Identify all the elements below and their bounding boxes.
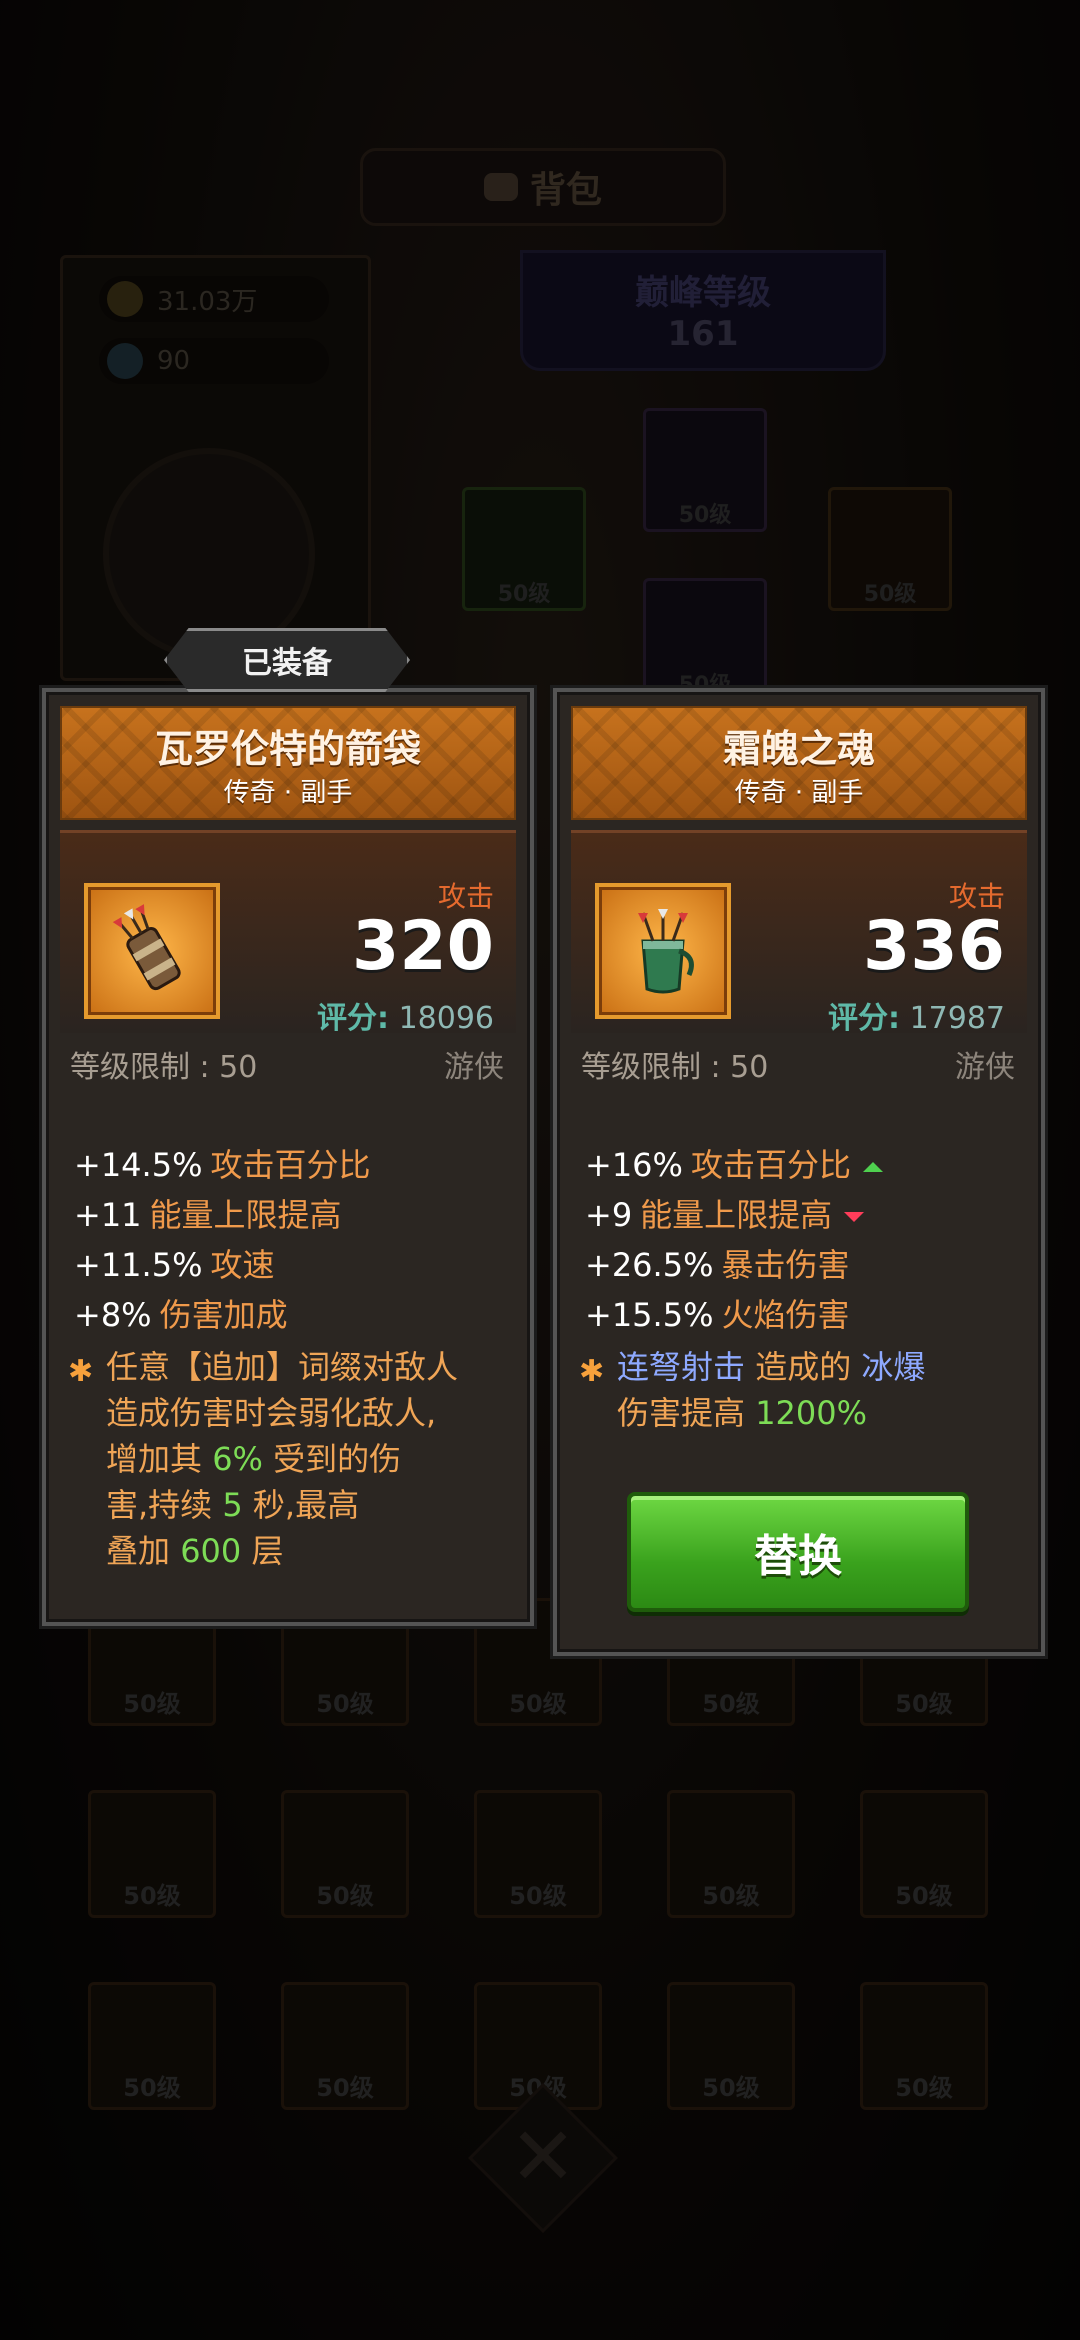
inventory-slot[interactable]: 50级 (474, 1790, 602, 1918)
level-limit: 等级限制 : 50 (581, 1050, 769, 1085)
gear-slot-chest[interactable]: 50级 (643, 578, 767, 702)
class-label: 游侠 (444, 1050, 504, 1085)
green-quiver-icon (595, 883, 731, 1019)
inventory-slot[interactable]: 50级 (281, 1982, 409, 2110)
stat-up-arrow-icon (862, 1162, 883, 1172)
inventory-slot[interactable]: 50级 (860, 1982, 988, 2110)
attribute-row: +8% 伤害加成 (74, 1296, 288, 1334)
item-rarity: 传奇 · 副手 (734, 778, 864, 808)
replace-button[interactable]: 替换 (627, 1492, 969, 1612)
level-row: 等级限制 : 50 游侠 (60, 1042, 516, 1092)
inventory-slot[interactable]: 50级 (88, 1790, 216, 1918)
item-rarity: 传奇 · 副手 (223, 778, 353, 808)
attribute-row: +11.5% 攻速 (74, 1246, 275, 1284)
inventory-slot[interactable]: 50级 (281, 1790, 409, 1918)
score-row: 评分: 17987 (828, 1001, 1005, 1036)
peak-level-value: 161 (667, 314, 739, 354)
inventory-title: 背包 (529, 170, 602, 211)
inventory-slot[interactable]: 50级 (667, 1982, 795, 2110)
stat-down-arrow-icon (844, 1212, 865, 1222)
equipped-item-card: 瓦罗伦特的箭袋 传奇 · 副手 攻击 320 评分: 18096 等级限制: … (42, 688, 534, 1626)
gold-counter: 31.03万 (99, 276, 329, 322)
gear-slot-weapon[interactable]: 50级 (828, 487, 952, 611)
gear-slot-head[interactable]: 50级 (643, 408, 767, 532)
quiver-icon (84, 883, 220, 1019)
item-name: 瓦罗伦特的箭袋 (154, 727, 421, 771)
attribute-row: +9 能量上限提高 (585, 1190, 865, 1236)
gold-value: 31.03万 (157, 286, 258, 317)
special-effect-desc: 任意【追加】词缀对敌人 造成伤害时会弱化敌人, 增加其 6% 受到的伤 害,持续… (106, 1348, 459, 1570)
item-header: 霜魄之魂 传奇 · 副手 (571, 706, 1027, 820)
peak-level-banner: 巅峰等级 161 (520, 250, 886, 371)
inventory-title-bar: 背包 (360, 148, 726, 226)
attribute-row: +11 能量上限提高 (74, 1196, 342, 1234)
inventory-slot[interactable]: 50级 (88, 1982, 216, 2110)
special-effect-desc: 连弩射击 造成的 冰爆 伤害提高 1200% (617, 1348, 926, 1432)
attribute-row: +16% 攻击百分比 (585, 1140, 883, 1186)
inventory-slot[interactable]: 50级 (667, 1790, 795, 1918)
star-icon: ✱ (68, 1354, 94, 1389)
gem-value: 90 (157, 346, 191, 376)
attribute-row: +14.5% 攻击百分比 (74, 1146, 371, 1184)
class-label: 游侠 (955, 1050, 1015, 1085)
level-limit: 等级限制 : 50 (70, 1050, 258, 1085)
gem-counter: 90 (99, 338, 329, 384)
attack-value: 320 (352, 907, 494, 986)
item-stat-box: 攻击 336 评分: 17987 (571, 830, 1027, 1036)
gold-coin-icon (107, 281, 143, 317)
peak-level-title: 巅峰等级 (635, 273, 771, 313)
equipped-badge: 已装备 (164, 628, 410, 692)
close-icon: ✕ (509, 2110, 577, 2203)
item-name: 霜魄之魂 (722, 727, 875, 771)
item-stat-box: 攻击 320 评分: 18096 (60, 830, 516, 1036)
star-icon: ✱ (579, 1354, 605, 1389)
level-row: 等级限制 : 50 游侠 (571, 1042, 1027, 1092)
gear-slot-shoulder[interactable]: 50级 (462, 487, 586, 611)
item-header: 瓦罗伦特的箭袋 传奇 · 副手 (60, 706, 516, 820)
attribute-row: +15.5% 火焰伤害 (585, 1296, 850, 1334)
character-panel: 31.03万 90 (60, 255, 371, 681)
inventory-slot[interactable]: 50级 (860, 1790, 988, 1918)
bag-icon (483, 173, 518, 201)
attack-value: 336 (863, 907, 1005, 986)
attribute-row: +26.5% 暴击伤害 (585, 1246, 850, 1284)
score-row: 评分: 18096 (317, 1001, 494, 1036)
gem-icon (107, 343, 143, 379)
